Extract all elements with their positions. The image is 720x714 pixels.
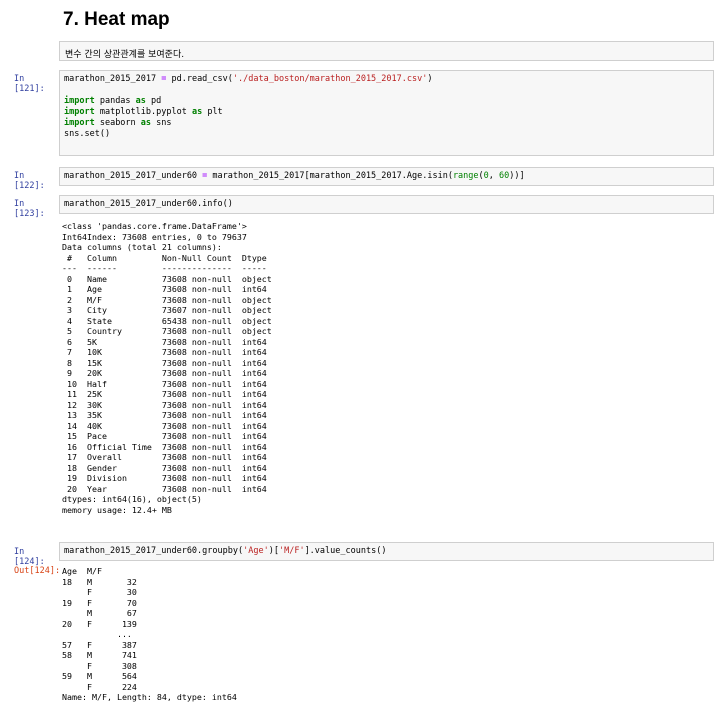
code-token: )[: [268, 546, 279, 556]
code-token: as: [135, 96, 146, 106]
code-token: ))]: [509, 171, 525, 181]
input-prompt-122: In [122]:: [14, 171, 45, 191]
code-editor-123[interactable]: marathon_2015_2017_under60.info(): [60, 196, 713, 213]
code-token: as: [140, 118, 152, 128]
markdown-cell[interactable]: 변수 간의 상관관계를 보여준다.: [59, 41, 714, 61]
markdown-text: 변수 간의 상관관계를 보여준다.: [65, 50, 185, 60]
code-cell-121[interactable]: marathon_2015_2017 = pd.read_csv('./data…: [59, 70, 714, 156]
value-counts-output: Age M/F 18 M 32 F 30 19 F 70 M 67 20 F 1…: [62, 566, 237, 702]
code-token: pd: [145, 96, 162, 106]
code-token: as: [191, 107, 203, 117]
code-token: pandas: [94, 96, 136, 106]
code-line: marathon_2015_2017_under60.groupby('Age'…: [64, 546, 386, 556]
code-token: marathon_2015_2017: [64, 74, 162, 84]
code-token: import: [64, 118, 95, 128]
code-token: sns.set(): [64, 129, 111, 139]
code-token: seaborn: [94, 118, 141, 128]
output-prompt-124: Out[124]:: [14, 566, 61, 576]
code-line: marathon_2015_2017 = pd.read_csv('./data…: [64, 74, 432, 84]
input-prompt-124: In [124]:: [14, 547, 45, 567]
code-token: ].value_counts(): [304, 546, 387, 556]
code-token: 'Age': [243, 546, 269, 556]
code-token: matplotlib.pyplot: [94, 107, 192, 117]
input-prompt-121: In [121]:: [14, 74, 45, 94]
code-line: import seaborn as sns: [64, 118, 172, 128]
code-token: import: [64, 107, 95, 117]
code-token: plt: [202, 107, 223, 117]
code-cell-122[interactable]: marathon_2015_2017_under60 = marathon_20…: [59, 167, 714, 186]
code-editor-121[interactable]: marathon_2015_2017 = pd.read_csv('./data…: [60, 71, 713, 143]
code-editor-124[interactable]: marathon_2015_2017_under60.groupby('Age'…: [60, 543, 713, 560]
code-token: marathon_2015_2017_under60: [64, 171, 203, 181]
code-token: marathon_2015_2017_under60.groupby(: [64, 546, 244, 556]
code-token: range: [452, 171, 479, 181]
info-output: <class 'pandas.core.frame.DataFrame'> In…: [62, 221, 272, 515]
code-line: sns.set(): [64, 129, 110, 139]
code-editor-122[interactable]: marathon_2015_2017_under60 = marathon_20…: [60, 168, 713, 185]
code-token: 'M/F': [278, 546, 305, 556]
code-token: marathon_2015_2017_under60.info(): [64, 199, 233, 209]
code-token: marathon_2015_2017[marathon_2015_2017.Ag…: [207, 171, 453, 181]
code-token: ,: [488, 171, 500, 181]
code-cell-124[interactable]: marathon_2015_2017_under60.groupby('Age'…: [59, 542, 714, 561]
code-line: marathon_2015_2017_under60 = marathon_20…: [64, 171, 525, 181]
code-token: sns: [151, 118, 172, 128]
section-heading: 7. Heat map: [63, 9, 170, 30]
code-token: pd.read_csv(: [166, 74, 233, 84]
code-token: './data_boston/marathon_2015_2017.csv': [232, 74, 428, 84]
input-prompt-123: In [123]:: [14, 199, 45, 219]
code-token: ): [427, 74, 433, 84]
code-token: import: [64, 96, 95, 106]
code-token: 60: [499, 171, 510, 181]
code-cell-123[interactable]: marathon_2015_2017_under60.info(): [59, 195, 714, 214]
code-line: import pandas as pd: [64, 96, 161, 106]
code-line: import matplotlib.pyplot as plt: [64, 107, 223, 117]
code-line: marathon_2015_2017_under60.info(): [64, 199, 233, 209]
